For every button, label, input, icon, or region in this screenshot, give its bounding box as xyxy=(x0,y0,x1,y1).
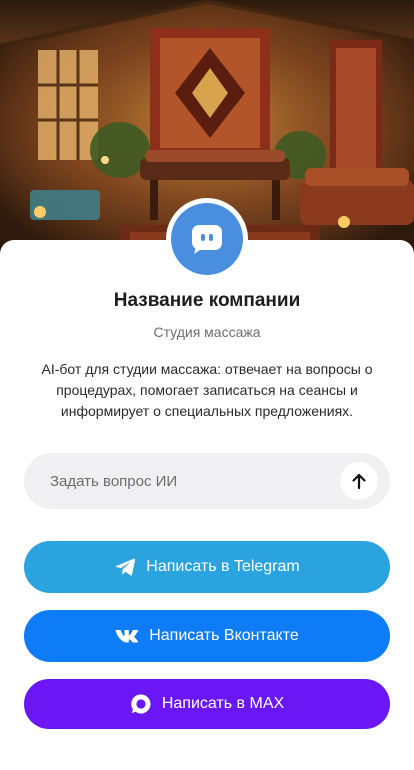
send-button[interactable] xyxy=(340,462,378,500)
telegram-button[interactable]: Написать в Telegram xyxy=(24,541,390,593)
avatar-ring xyxy=(166,198,248,280)
vk-button[interactable]: Написать Вконтакте xyxy=(24,610,390,662)
max-button[interactable]: Написать в MAX xyxy=(24,679,390,729)
company-type: Студия массажа xyxy=(153,324,261,340)
company-name: Название компании xyxy=(113,290,301,311)
telegram-icon xyxy=(114,557,136,577)
ask-ai-input[interactable] xyxy=(48,460,340,502)
company-description: AI-бот для студии массажа: отвечает на в… xyxy=(41,361,373,419)
avatar xyxy=(171,203,243,275)
max-icon xyxy=(130,693,152,715)
vk-button-label: Написать Вконтакте xyxy=(149,627,299,644)
chat-bot-icon xyxy=(190,223,224,255)
ask-ai-field xyxy=(24,453,390,509)
telegram-button-label: Написать в Telegram xyxy=(146,558,300,575)
vk-icon xyxy=(115,629,139,643)
arrow-up-icon xyxy=(351,472,367,490)
max-button-label: Написать в MAX xyxy=(161,695,285,712)
